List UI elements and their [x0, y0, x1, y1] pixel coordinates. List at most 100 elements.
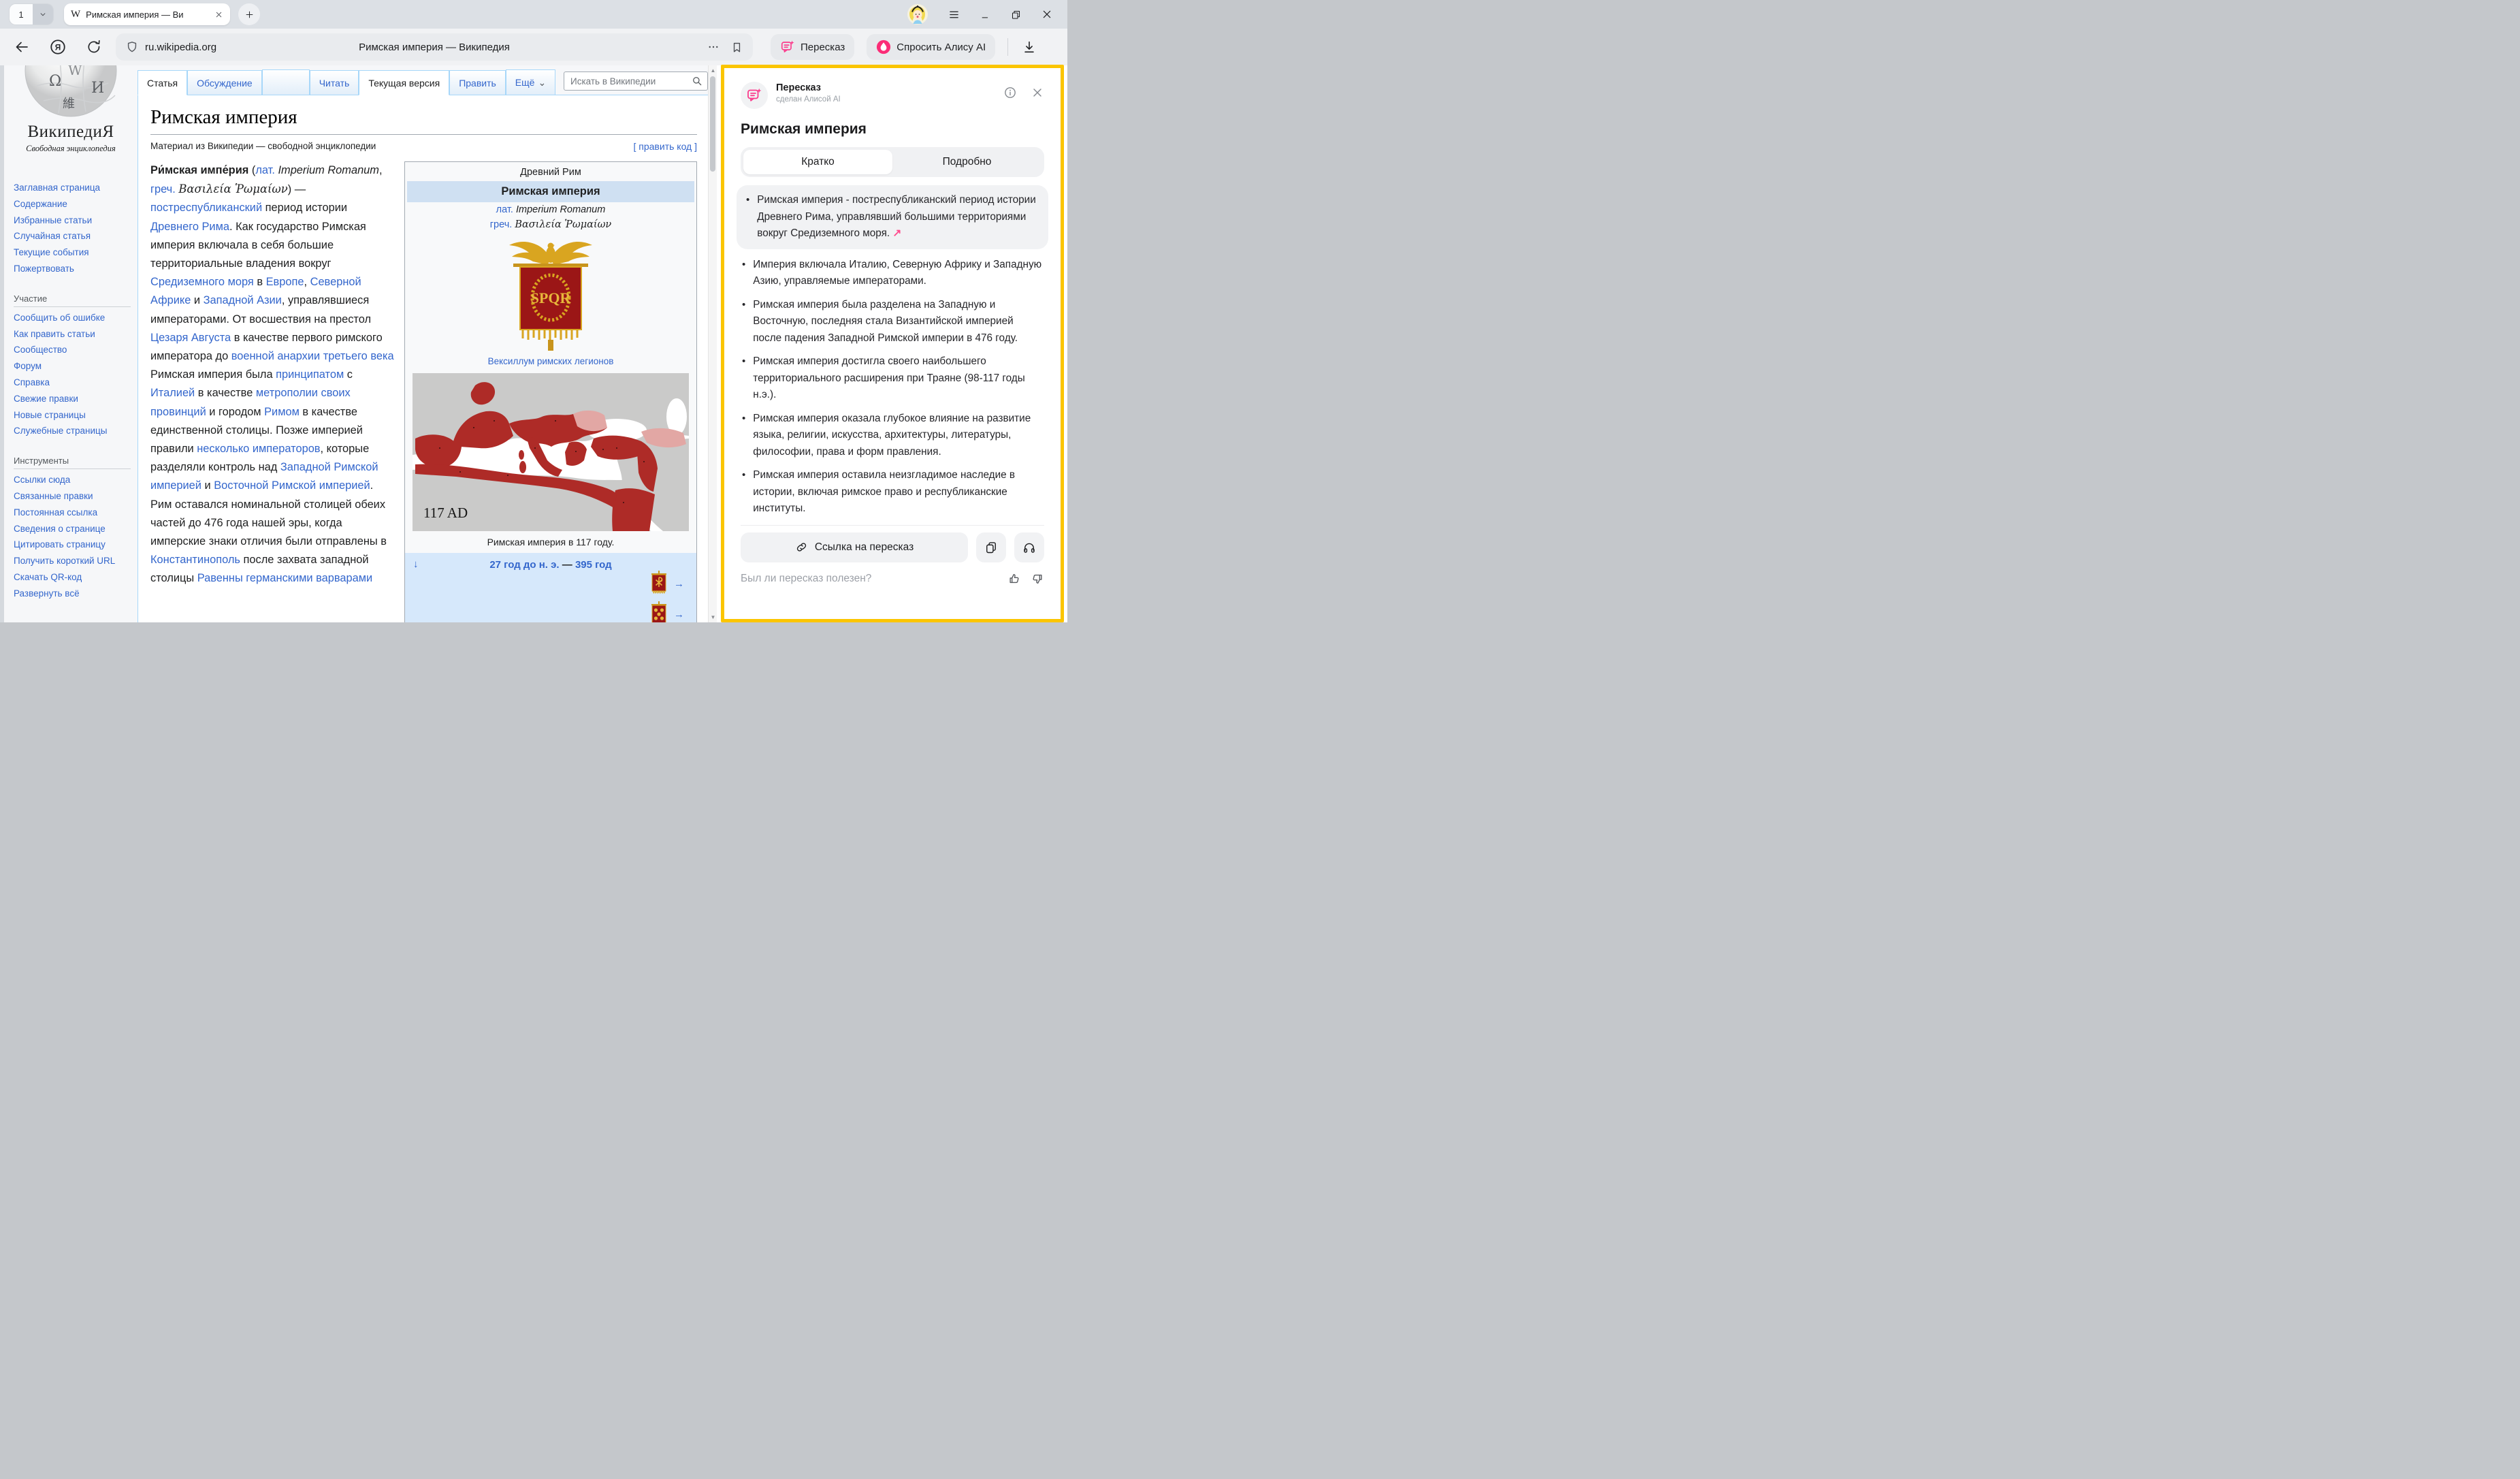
more-actions-icon[interactable]: [707, 41, 720, 53]
sidebar-link[interactable]: Сообщество: [14, 342, 138, 358]
inline-link[interactable]: Цезаря Августа: [150, 332, 231, 344]
inline-link[interactable]: принципатом: [276, 368, 344, 381]
sidebar-link[interactable]: Получить короткий URL: [14, 553, 138, 569]
search-input[interactable]: [564, 71, 708, 91]
retell-toolbar-button[interactable]: Пересказ: [771, 34, 854, 60]
sidebar-link[interactable]: Случайная статья: [14, 228, 138, 244]
sidebar-link[interactable]: Свежие правки: [14, 391, 138, 407]
inline-link[interactable]: Восточной Римской империей: [214, 479, 370, 492]
thumbs-down-icon[interactable]: [1031, 572, 1044, 586]
sidebar-link[interactable]: Сообщить об ошибке: [14, 310, 138, 326]
copy-retell-button[interactable]: [976, 532, 1006, 562]
scrollbar-down-icon[interactable]: ▼: [709, 614, 717, 620]
reload-button[interactable]: [86, 39, 102, 55]
tab-detailed[interactable]: Подробно: [892, 150, 1041, 174]
tab-read[interactable]: Читать: [310, 70, 359, 95]
sidebar-link[interactable]: Связанные правки: [14, 488, 138, 505]
source-link-arrow[interactable]: ↗: [892, 227, 901, 239]
legion-banner-image[interactable]: [649, 601, 669, 622]
wikipedia-globe-logo[interactable]: Ω И 維 W: [23, 65, 118, 117]
profile-avatar[interactable]: [907, 4, 928, 25]
banner-link-arrow[interactable]: →: [674, 578, 684, 590]
close-window-button[interactable]: [1041, 9, 1052, 20]
sidebar-link[interactable]: Ссылки сюда: [14, 472, 138, 488]
tab-group-chevron-button[interactable]: [33, 4, 53, 25]
tab-group-badge[interactable]: 1: [10, 4, 33, 25]
sidebar-link[interactable]: Форум: [14, 358, 138, 375]
minimize-button[interactable]: [980, 10, 990, 20]
inline-text: —: [560, 559, 575, 571]
menu-button[interactable]: [948, 9, 960, 20]
inline-link[interactable]: несколько императоров: [197, 443, 320, 455]
tab-talk[interactable]: Обсуждение: [187, 70, 262, 95]
vexillum-image[interactable]: SPQR: [500, 238, 602, 353]
ask-alice-button[interactable]: Спросить Алису AI: [867, 34, 995, 60]
banner-link-arrow[interactable]: →: [674, 609, 684, 620]
sidebar-link[interactable]: Как править статьи: [14, 326, 138, 343]
inline-link[interactable]: Италией: [150, 387, 195, 399]
sidebar-link[interactable]: Избранные статьи: [14, 212, 138, 229]
sidebar-link[interactable]: Новые страницы: [14, 407, 138, 424]
yandex-home-button[interactable]: Я: [49, 38, 67, 56]
scroll-down-arrow-link[interactable]: ↓: [413, 558, 419, 570]
inline-link[interactable]: Древнего Рима: [150, 221, 229, 233]
sidebar-link[interactable]: Заглавная страница: [14, 180, 138, 196]
thumbs-up-icon[interactable]: [1007, 572, 1021, 586]
vexillum-caption-link[interactable]: Вексиллум римских легионов: [407, 353, 694, 372]
empire-dates-link[interactable]: 27 год до н. э. — 395 год: [405, 559, 696, 571]
retell-link-label: Ссылка на пересказ: [815, 541, 914, 554]
inline-link[interactable]: военной анархии третьего века: [231, 350, 394, 362]
listen-retell-button[interactable]: [1014, 532, 1044, 562]
retell-bullet-highlighted[interactable]: Римская империя - постреспубликанский пе…: [737, 185, 1048, 249]
close-panel-icon[interactable]: [1031, 86, 1044, 99]
wiki-scrollbar[interactable]: ▲ ▼: [708, 65, 717, 622]
new-tab-button[interactable]: [238, 3, 260, 25]
scrollbar-up-icon[interactable]: ▲: [709, 67, 717, 74]
tab-article[interactable]: Статья: [138, 70, 187, 95]
labarum-banner-image[interactable]: [649, 571, 669, 597]
tab-brief[interactable]: Кратко: [743, 150, 892, 174]
browser-tab[interactable]: W Римская империя — Ви: [64, 3, 230, 25]
sidebar-link[interactable]: Пожертвовать: [14, 261, 138, 277]
info-icon[interactable]: [1003, 86, 1017, 99]
sidebar-link[interactable]: Цитировать страницу: [14, 537, 138, 553]
inline-link[interactable]: Западной Азии: [204, 294, 282, 306]
inline-link[interactable]: Средиземного моря: [150, 276, 254, 288]
inline-link[interactable]: Европе: [266, 276, 304, 288]
sidebar-link[interactable]: Служебные страницы: [14, 423, 138, 439]
sidebar-link[interactable]: Скачать QR-код: [14, 569, 138, 586]
tab-edit[interactable]: Править: [449, 70, 506, 95]
inline-link[interactable]: греч.: [150, 183, 176, 195]
tab-more[interactable]: Ещё⌄: [506, 69, 555, 95]
inline-link[interactable]: 395 год: [575, 559, 612, 571]
sidebar-link[interactable]: Текущие события: [14, 244, 138, 261]
site-security-shield-icon[interactable]: [125, 40, 139, 54]
downloads-button[interactable]: [1022, 39, 1037, 54]
inline-link[interactable]: Константинополь: [150, 554, 240, 566]
scrollbar-thumb[interactable]: [710, 76, 715, 172]
search-icon[interactable]: [691, 75, 703, 87]
inline-link[interactable]: постреспубликанский: [150, 202, 262, 214]
infobox-context-link[interactable]: Древний Рим: [407, 164, 694, 179]
restore-button[interactable]: [1011, 10, 1021, 20]
inline-link[interactable]: греч.: [490, 219, 513, 230]
inline-link[interactable]: Равенны германскими варварами: [197, 572, 372, 584]
sidebar-link[interactable]: Справка: [14, 375, 138, 391]
sidebar-link[interactable]: Развернуть всё: [14, 586, 138, 602]
sidebar-link[interactable]: Содержание: [14, 196, 138, 212]
sidebar-link[interactable]: Постоянная ссылка: [14, 505, 138, 521]
inline-link[interactable]: лат.: [496, 204, 513, 215]
wikipedia-wordmark[interactable]: ВикипедиЯ: [4, 123, 138, 142]
inline-link[interactable]: лат.: [255, 164, 275, 176]
back-button[interactable]: [14, 39, 30, 55]
tab-close-icon[interactable]: [214, 10, 223, 19]
edit-code-link[interactable]: [ править код ]: [634, 141, 698, 152]
empire-map-image[interactable]: 117 AD: [413, 373, 689, 531]
retell-link-button[interactable]: Ссылка на пересказ: [741, 532, 968, 562]
bookmark-icon[interactable]: [730, 41, 743, 54]
tab-current-version[interactable]: Текущая версия: [359, 70, 449, 95]
sidebar-link[interactable]: Сведения о странице: [14, 521, 138, 537]
inline-link[interactable]: Римом: [264, 406, 300, 418]
inline-link[interactable]: 27 год до н. э.: [489, 559, 559, 571]
address-bar[interactable]: ru.wikipedia.org Римская империя — Викип…: [116, 33, 753, 61]
